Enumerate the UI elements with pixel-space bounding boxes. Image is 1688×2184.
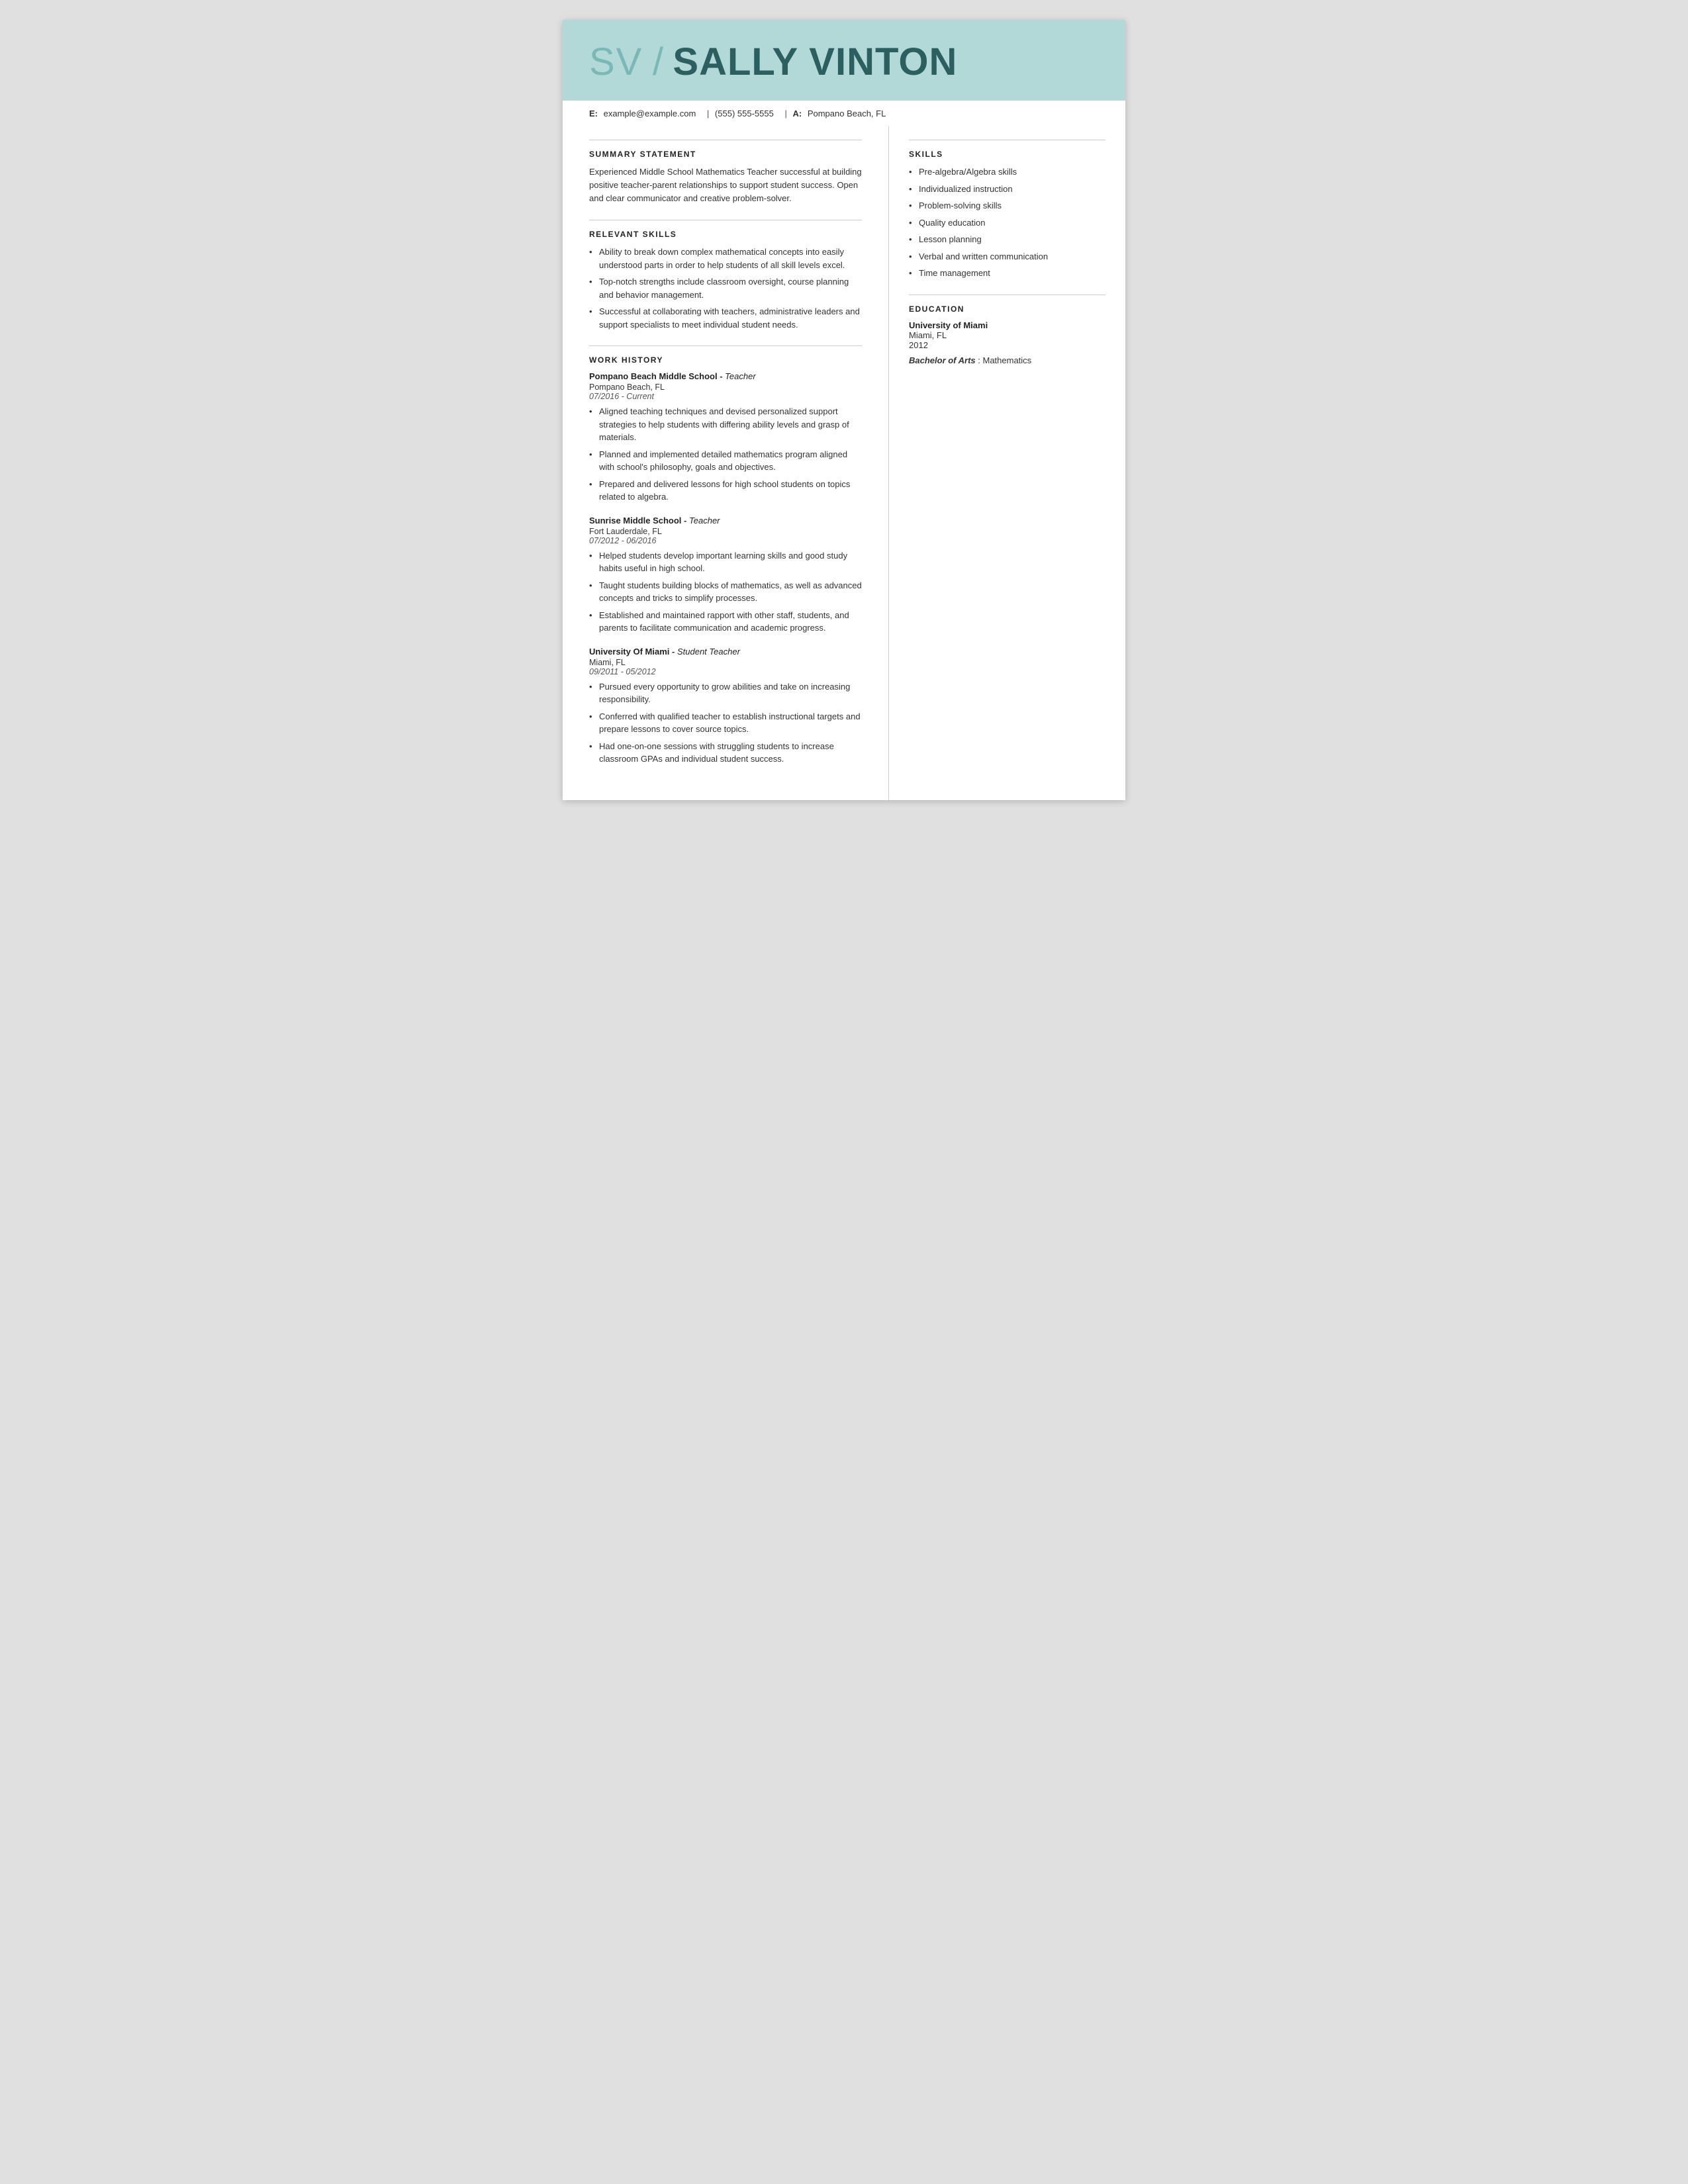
edu-block: University of Miami Miami, FL 2012 Bache… <box>909 320 1105 365</box>
job-bullet-item: Conferred with qualified teacher to esta… <box>589 710 862 736</box>
education-section: EDUCATION University of Miami Miami, FL … <box>909 295 1105 365</box>
degree-label: Bachelor of Arts <box>909 355 976 365</box>
skill-item: Individualized instruction <box>909 183 1105 196</box>
job-bullet-item: Aligned teaching techniques and devised … <box>589 405 862 444</box>
edu-year: 2012 <box>909 340 1105 350</box>
job-bullet-item: Established and maintained rapport with … <box>589 609 862 635</box>
job-employer: Sunrise Middle School <box>589 516 681 525</box>
summary-body: Experienced Middle School Mathematics Te… <box>589 165 862 205</box>
job-bullets: Aligned teaching techniques and devised … <box>589 405 862 504</box>
skill-item: Quality education <box>909 216 1105 230</box>
job-bullets: Helped students develop important learni… <box>589 549 862 635</box>
job-location: Fort Lauderdale, FL <box>589 527 862 536</box>
relevant-skill-item: Top-notch strengths include classroom ov… <box>589 275 862 301</box>
relevant-skills-title: RELEVANT SKILLS <box>589 220 862 239</box>
right-column: SKILLS Pre-algebra/Algebra skills Individ… <box>889 126 1125 800</box>
relevant-skill-item: Ability to break down complex mathematic… <box>589 246 862 271</box>
summary-section: SUMMARY STATEMENT Experienced Middle Sch… <box>589 140 862 205</box>
job-block: Pompano Beach Middle School - TeacherPom… <box>589 371 862 504</box>
summary-title: SUMMARY STATEMENT <box>589 140 862 159</box>
job-block: Sunrise Middle School - Teacher Fort Laud… <box>589 516 862 635</box>
header-initials: SV <box>589 40 643 83</box>
job-role: Teacher <box>725 371 756 381</box>
job-employer: Pompano Beach Middle School <box>589 371 718 381</box>
job-bullet-item: Pursued every opportunity to grow abilit… <box>589 680 862 706</box>
job-dates: 07/2016 - Current <box>589 392 862 401</box>
job-bullets: Pursued every opportunity to grow abilit… <box>589 680 862 766</box>
skills-list: Pre-algebra/Algebra skills Individualized… <box>909 165 1105 280</box>
contact-bar: E: example@example.com | (555) 555-5555 … <box>563 101 1125 126</box>
education-container: University of Miami Miami, FL 2012 Bache… <box>909 320 1105 365</box>
work-history-section: WORK HISTORY Pompano Beach Middle School… <box>589 345 862 766</box>
education-title: EDUCATION <box>909 295 1105 314</box>
relevant-skills-section: RELEVANT SKILLS Ability to break down co… <box>589 220 862 331</box>
skill-item: Verbal and written communication <box>909 250 1105 263</box>
address: Pompano Beach, FL <box>808 109 886 118</box>
job-dates: 09/2011 - 05/2012 <box>589 667 862 676</box>
skills-title: SKILLS <box>909 140 1105 159</box>
header-banner: SV / SALLY VINTON <box>563 20 1125 101</box>
job-location: Miami, FL <box>589 658 862 667</box>
job-bullet-item: Prepared and delivered lessons for high … <box>589 478 862 504</box>
email: example@example.com <box>604 109 696 118</box>
header-separator: / <box>653 40 663 83</box>
left-column: SUMMARY STATEMENT Experienced Middle Sch… <box>563 126 889 800</box>
job-bullet-item: Taught students building blocks of mathe… <box>589 579 862 605</box>
job-role: Teacher <box>689 516 720 525</box>
relevant-skill-item: Successful at collaborating with teacher… <box>589 305 862 331</box>
skill-item: Pre-algebra/Algebra skills <box>909 165 1105 179</box>
work-history-title: WORK HISTORY <box>589 345 862 365</box>
email-label: E: <box>589 109 598 118</box>
main-content: SUMMARY STATEMENT Experienced Middle Sch… <box>563 126 1125 800</box>
job-location: Pompano Beach, FL <box>589 383 862 392</box>
header-name: SALLY VINTON <box>673 40 957 83</box>
separator-2: | <box>784 109 786 118</box>
job-title-line: University Of Miami - Student Teacher <box>589 647 862 657</box>
job-title-line: Pompano Beach Middle School - Teacher <box>589 371 862 381</box>
job-bullet-item: Helped students develop important learni… <box>589 549 862 575</box>
job-bullet-item: Had one-on-one sessions with struggling … <box>589 740 862 766</box>
skill-item: Lesson planning <box>909 233 1105 246</box>
skill-item: Time management <box>909 267 1105 280</box>
address-label: A: <box>792 109 802 118</box>
relevant-skills-list: Ability to break down complex mathematic… <box>589 246 862 331</box>
edu-location: Miami, FL <box>909 330 1105 340</box>
skills-section: SKILLS Pre-algebra/Algebra skills Individ… <box>909 140 1105 280</box>
job-role: Student Teacher <box>677 647 740 657</box>
separator-1: | <box>707 109 709 118</box>
edu-school: University of Miami <box>909 320 1105 330</box>
job-title-line: Sunrise Middle School - Teacher <box>589 516 862 525</box>
jobs-container: Pompano Beach Middle School - TeacherPom… <box>589 371 862 766</box>
job-dates: 07/2012 - 06/2016 <box>589 536 862 545</box>
skill-item: Problem-solving skills <box>909 199 1105 212</box>
resume-container: SV / SALLY VINTON E: example@example.com… <box>563 20 1125 800</box>
job-bullet-item: Planned and implemented detailed mathema… <box>589 448 862 474</box>
phone: (555) 555-5555 <box>715 109 774 118</box>
edu-degree: Bachelor of Arts : Mathematics <box>909 355 1105 365</box>
job-block: University Of Miami - Student TeacherMia… <box>589 647 862 766</box>
job-employer: University Of Miami <box>589 647 669 657</box>
